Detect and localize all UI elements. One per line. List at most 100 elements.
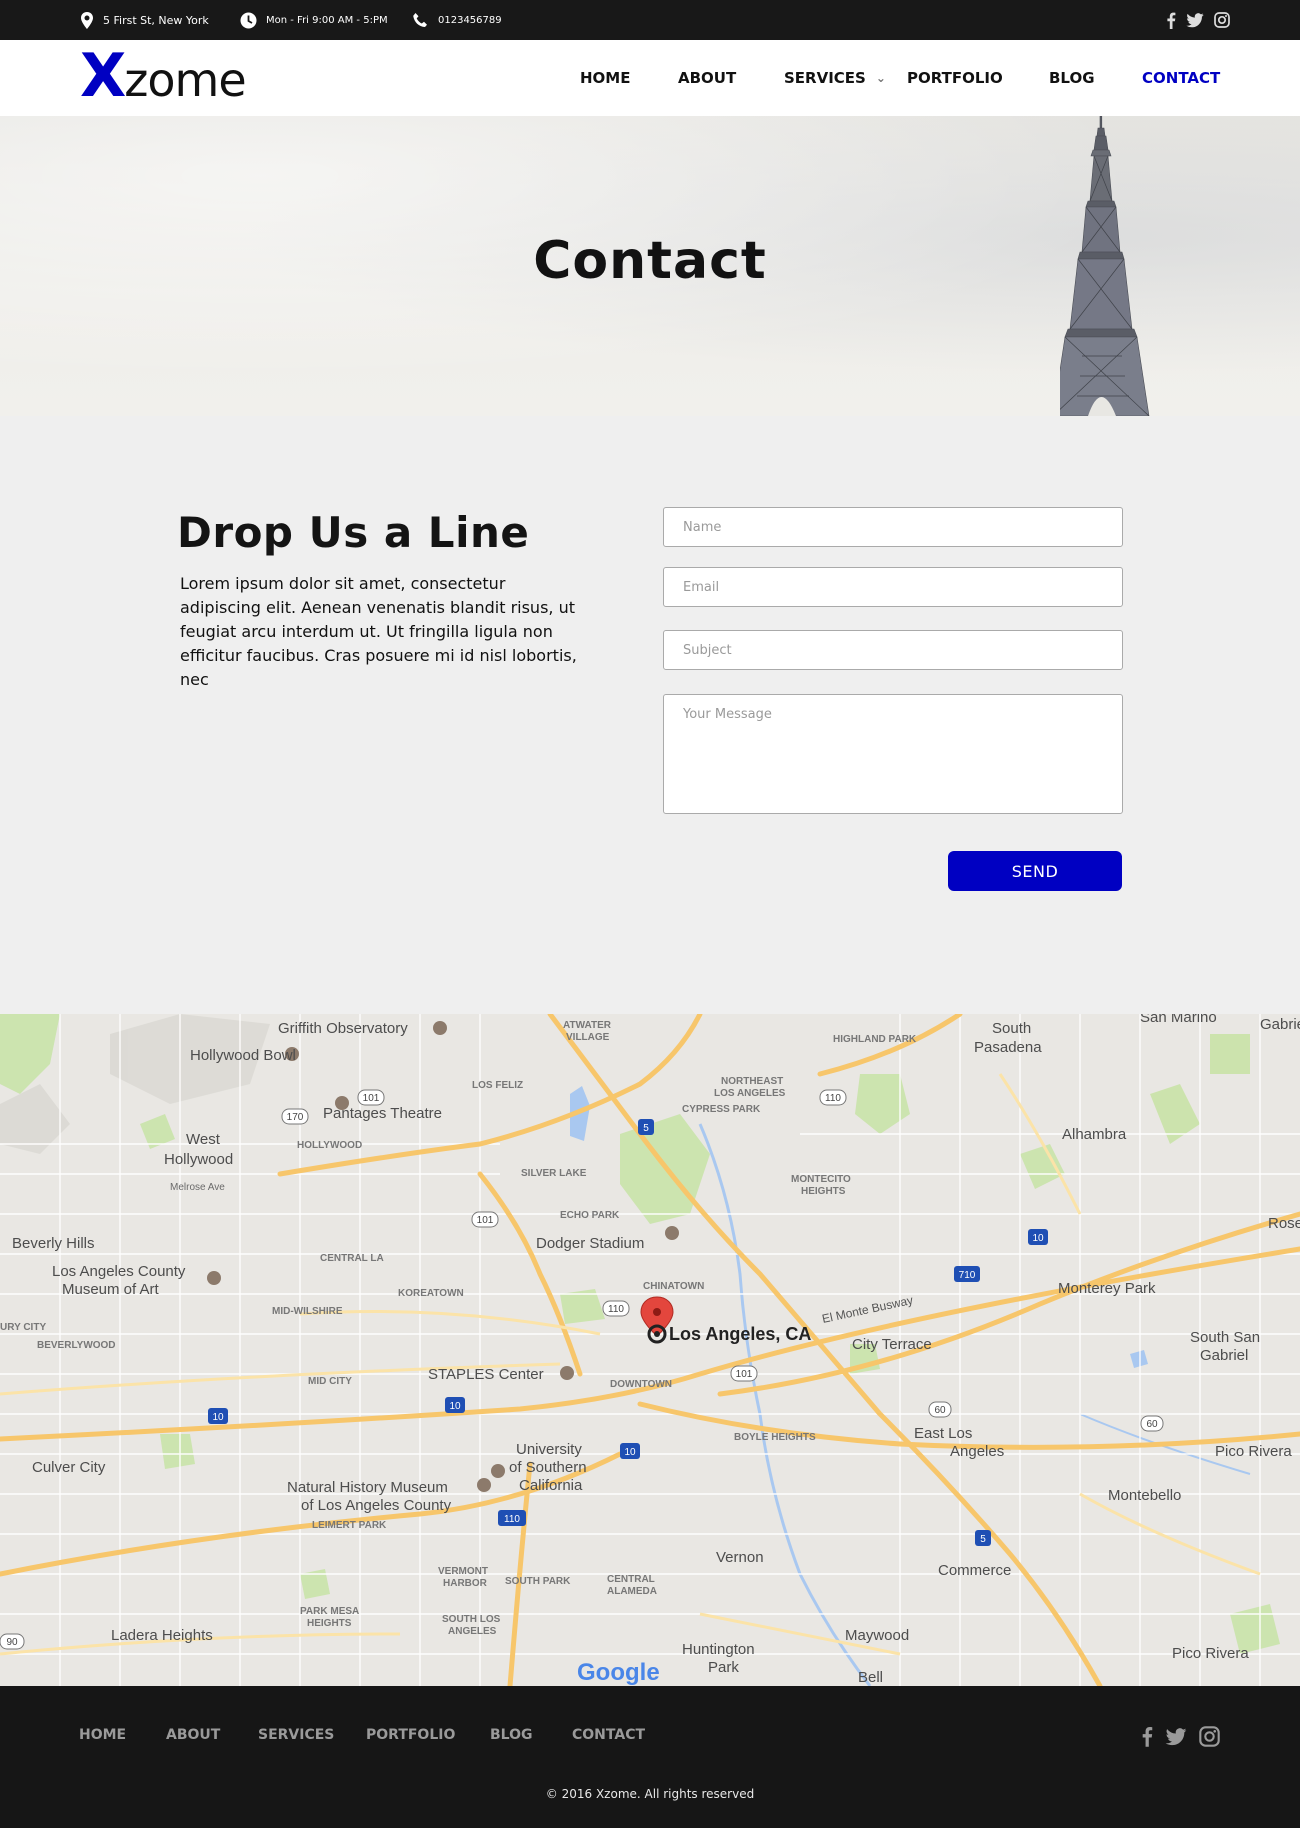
map-label: Los Angeles County bbox=[52, 1263, 186, 1280]
hours-item: Mon - Fri 9:00 AM - 5:PM bbox=[240, 0, 388, 40]
address-text: 5 First St, New York bbox=[103, 13, 209, 27]
svg-text:ANGELES: ANGELES bbox=[448, 1626, 497, 1637]
logo[interactable]: Xzome bbox=[80, 46, 247, 110]
map-label: Pantages Theatre bbox=[323, 1105, 442, 1122]
svg-text:DOWNTOWN: DOWNTOWN bbox=[610, 1379, 672, 1390]
phone-icon bbox=[413, 12, 427, 27]
map-label: Ladera Heights bbox=[111, 1627, 213, 1644]
map-label: Beverly Hills bbox=[12, 1235, 95, 1252]
svg-text:ATWATER: ATWATER bbox=[563, 1020, 612, 1031]
svg-text:CYPRESS PARK: CYPRESS PARK bbox=[682, 1104, 761, 1115]
nav-blog[interactable]: BLOG bbox=[1049, 69, 1095, 87]
map-label: Huntington bbox=[682, 1641, 755, 1658]
nav-home[interactable]: HOME bbox=[580, 69, 630, 87]
topbar-social bbox=[1166, 0, 1230, 40]
svg-text:CENTRAL LA: CENTRAL LA bbox=[320, 1253, 384, 1264]
map-label: Gabriel bbox=[1200, 1347, 1248, 1364]
map-label: Culver City bbox=[32, 1459, 106, 1476]
map-label: University bbox=[516, 1441, 582, 1458]
svg-text:HOLLYWOOD: HOLLYWOOD bbox=[297, 1140, 362, 1151]
map-label: Hollywood bbox=[164, 1151, 233, 1168]
map-label: West bbox=[186, 1131, 221, 1148]
footer-nav-about[interactable]: ABOUT bbox=[166, 1727, 220, 1743]
svg-text:VILLAGE: VILLAGE bbox=[566, 1032, 610, 1043]
facebook-icon[interactable] bbox=[1141, 1726, 1153, 1751]
map-label: California bbox=[519, 1477, 583, 1494]
map-label: of Los Angeles County bbox=[301, 1497, 452, 1514]
svg-text:KOREATOWN: KOREATOWN bbox=[398, 1288, 464, 1299]
svg-text:SILVER LAKE: SILVER LAKE bbox=[521, 1168, 587, 1179]
svg-text:HEIGHTS: HEIGHTS bbox=[307, 1618, 352, 1629]
svg-text:SOUTH LOS: SOUTH LOS bbox=[442, 1614, 501, 1625]
clock-icon bbox=[240, 12, 257, 28]
map-label: STAPLES Center bbox=[428, 1366, 544, 1383]
map-label: Griffith Observatory bbox=[278, 1020, 408, 1037]
twitter-icon[interactable] bbox=[1165, 1727, 1187, 1750]
svg-text:LOS FELIZ: LOS FELIZ bbox=[472, 1080, 523, 1091]
footer-nav-services[interactable]: SERVICES bbox=[258, 1727, 334, 1743]
nav-portfolio[interactable]: PORTFOLIO bbox=[907, 69, 1003, 87]
site-footer: HOME ABOUT SERVICES PORTFOLIO BLOG CONTA… bbox=[0, 1686, 1300, 1828]
svg-text:MID CITY: MID CITY bbox=[308, 1376, 352, 1387]
map-label: Vernon bbox=[716, 1549, 764, 1566]
svg-text:110: 110 bbox=[608, 1304, 624, 1315]
svg-text:MONTECITO: MONTECITO bbox=[791, 1174, 851, 1185]
location-map[interactable]: 101 170 101 110 110 101 60 60 90 5 10 10 10 110 710 10… bbox=[0, 1014, 1300, 1686]
map-label: Pasadena bbox=[974, 1039, 1042, 1056]
nav-about[interactable]: ABOUT bbox=[678, 69, 736, 87]
nav-services[interactable]: SERVICES ⌄ bbox=[784, 69, 886, 87]
chevron-down-icon: ⌄ bbox=[875, 71, 886, 85]
svg-text:90: 90 bbox=[6, 1637, 18, 1648]
nav-contact[interactable]: CONTACT bbox=[1142, 69, 1220, 87]
footer-nav-portfolio[interactable]: PORTFOLIO bbox=[366, 1727, 455, 1743]
subject-field[interactable] bbox=[663, 630, 1123, 670]
svg-text:170: 170 bbox=[287, 1112, 304, 1123]
map-label: Angeles bbox=[950, 1443, 1004, 1460]
map-label: Rose bbox=[1268, 1215, 1300, 1232]
svg-text:HEIGHTS: HEIGHTS bbox=[801, 1186, 846, 1197]
svg-text:NORTHEAST: NORTHEAST bbox=[721, 1076, 783, 1087]
location-pin-icon bbox=[81, 11, 93, 29]
svg-text:URY CITY: URY CITY bbox=[0, 1322, 46, 1333]
map-label: South bbox=[992, 1020, 1031, 1037]
map-label: Pico Rivera bbox=[1215, 1443, 1292, 1460]
svg-text:Melrose Ave: Melrose Ave bbox=[170, 1182, 225, 1193]
footer-nav-blog[interactable]: BLOG bbox=[490, 1727, 533, 1743]
svg-text:110: 110 bbox=[825, 1093, 841, 1104]
phone-text: 0123456789 bbox=[438, 14, 502, 26]
address-item: 5 First St, New York bbox=[80, 0, 209, 40]
svg-text:710: 710 bbox=[959, 1270, 976, 1281]
map-label: Maywood bbox=[845, 1627, 909, 1644]
svg-text:CHINATOWN: CHINATOWN bbox=[643, 1281, 704, 1292]
svg-text:101: 101 bbox=[477, 1215, 494, 1226]
footer-nav-contact[interactable]: CONTACT bbox=[572, 1727, 645, 1743]
svg-text:HARBOR: HARBOR bbox=[443, 1578, 488, 1589]
svg-text:10: 10 bbox=[624, 1447, 636, 1458]
map-label: Natural History Museum bbox=[287, 1479, 448, 1496]
footer-nav-home[interactable]: HOME bbox=[79, 1727, 126, 1743]
twitter-icon[interactable] bbox=[1186, 12, 1204, 28]
svg-text:BOYLE HEIGHTS: BOYLE HEIGHTS bbox=[734, 1432, 816, 1443]
svg-text:101: 101 bbox=[736, 1369, 753, 1380]
svg-text:10: 10 bbox=[1032, 1233, 1044, 1244]
instagram-icon[interactable] bbox=[1214, 12, 1230, 28]
svg-text:101: 101 bbox=[363, 1093, 380, 1104]
facebook-icon[interactable] bbox=[1166, 12, 1176, 29]
instagram-icon[interactable] bbox=[1199, 1726, 1220, 1751]
logo-text: zome bbox=[124, 53, 246, 107]
site-header: Xzome HOME ABOUT SERVICES ⌄ PORTFOLIO BLO… bbox=[0, 40, 1300, 116]
google-logo: Google bbox=[577, 1659, 660, 1686]
map-label: San Marino bbox=[1140, 1014, 1217, 1026]
svg-text:ECHO PARK: ECHO PARK bbox=[560, 1210, 620, 1221]
name-field[interactable] bbox=[663, 507, 1123, 547]
map-label: Gabrie bbox=[1260, 1016, 1300, 1033]
svg-text:HIGHLAND PARK: HIGHLAND PARK bbox=[833, 1034, 917, 1045]
svg-text:110: 110 bbox=[504, 1514, 520, 1525]
send-button[interactable]: SEND bbox=[948, 851, 1122, 891]
svg-text:5: 5 bbox=[643, 1123, 649, 1134]
message-field[interactable] bbox=[663, 694, 1123, 814]
svg-text:PARK MESA: PARK MESA bbox=[300, 1606, 359, 1617]
email-field[interactable] bbox=[663, 567, 1123, 607]
svg-text:LEIMERT PARK: LEIMERT PARK bbox=[312, 1520, 387, 1531]
svg-text:ALAMEDA: ALAMEDA bbox=[607, 1586, 657, 1597]
